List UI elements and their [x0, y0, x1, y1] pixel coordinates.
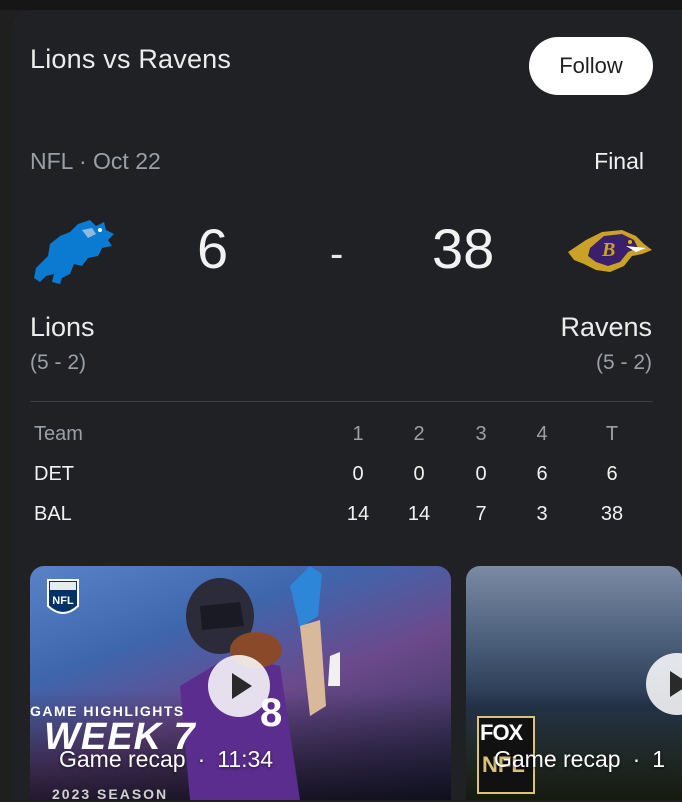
video-caption[interactable]: Game recap · 1 [494, 746, 665, 773]
match-title: Lions vs Ravens [30, 44, 232, 74]
header-q2: 2 [413, 423, 425, 445]
header-team: Team [34, 423, 83, 445]
det-q4: 6 [536, 463, 548, 485]
bal-q2: 14 [407, 503, 431, 525]
svg-text:NFL: NFL [52, 595, 74, 607]
bal-q3: 7 [475, 503, 487, 525]
row-team-bal: BAL [34, 503, 72, 525]
home-team-name[interactable]: Lions [30, 312, 95, 343]
play-icon[interactable] [208, 655, 270, 717]
follow-button[interactable]: Follow [529, 37, 653, 95]
game-status: Final [594, 148, 644, 174]
det-total: 6 [606, 463, 618, 485]
away-team-name[interactable]: Ravens [560, 312, 652, 343]
video-caption[interactable]: Game recap · 11:34 [59, 746, 273, 773]
header-q4: 4 [536, 423, 548, 445]
video-duration: 1 [652, 746, 666, 772]
lions-logo-icon[interactable] [30, 216, 116, 288]
away-team-record: (5 - 2) [595, 351, 652, 374]
away-score: 38 [432, 217, 495, 280]
header-q1: 1 [352, 423, 364, 445]
home-score: 6 [197, 217, 229, 280]
table-row: DET 0 0 0 6 6 [30, 463, 653, 503]
header-total: T [605, 423, 619, 445]
header-q3: 3 [475, 423, 487, 445]
box-score-table: Team 1 2 3 4 T DET 0 0 0 6 6 BAL 14 14 7… [30, 423, 653, 543]
caption-separator: · [197, 746, 206, 772]
box-score-header-row: Team 1 2 3 4 T [30, 423, 653, 463]
video-title: Game recap [494, 746, 621, 772]
play-triangle-icon [670, 671, 682, 697]
bal-total: 38 [600, 503, 624, 525]
league-date: NFL · Oct 22 [30, 148, 161, 174]
bal-q1: 14 [346, 503, 370, 525]
det-q3: 0 [475, 463, 487, 485]
score-separator: - [330, 232, 344, 276]
bal-q4: 3 [536, 503, 548, 525]
svg-text:B: B [601, 239, 615, 261]
ravens-logo-icon[interactable]: B [566, 222, 654, 282]
video-duration: 11:34 [217, 746, 274, 772]
row-team-det: DET [34, 463, 74, 485]
home-team-record: (5 - 2) [30, 351, 87, 374]
video-title: Game recap [59, 746, 186, 772]
play-triangle-icon [232, 673, 252, 699]
det-q1: 0 [352, 463, 364, 485]
nfl-shield-icon: NFL [47, 579, 79, 614]
table-row: BAL 14 14 7 3 38 [30, 503, 653, 543]
caption-separator: · [632, 746, 641, 772]
top-strip [0, 0, 682, 10]
network-logo-top: FOX [480, 720, 523, 745]
divider [30, 401, 653, 402]
det-q2: 0 [413, 463, 425, 485]
